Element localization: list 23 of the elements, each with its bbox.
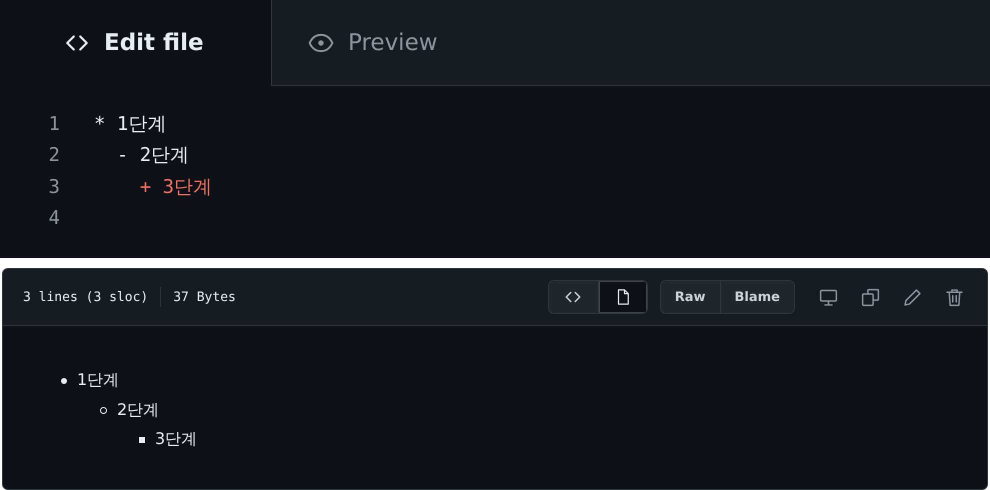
code-line: - 2단계 [116, 143, 190, 168]
bullet-square-icon [139, 436, 145, 443]
code-line: + 3단계 [138, 174, 212, 200]
line-number: 1 [48, 112, 61, 135]
line-number: 2 [48, 144, 61, 166]
file-size: 37 Bytes [173, 290, 236, 304]
view-toggle-button[interactable] [598, 281, 647, 313]
list-item-text: 3단계 [155, 429, 198, 450]
trash-icon [944, 286, 964, 308]
toolbar-button[interactable]: Blame [720, 281, 794, 313]
pencil-icon [902, 286, 922, 308]
bullet-circle-icon [100, 406, 107, 414]
view-toggle-button[interactable] [548, 281, 598, 313]
toolbar-button[interactable]: Raw [660, 281, 720, 313]
line-number: 4 [48, 207, 61, 230]
code-line: * 1단계 [94, 112, 166, 137]
bullet-dot-icon [61, 378, 67, 384]
list-item-text: 2단계 [117, 400, 160, 421]
line-count: 3 lines (3 sloc) [23, 290, 148, 304]
list-item-text: 1단계 [77, 370, 120, 392]
editor-tab[interactable]: Preview [271, 0, 990, 86]
line-number: 3 [48, 176, 61, 198]
copy-icon [860, 286, 880, 308]
